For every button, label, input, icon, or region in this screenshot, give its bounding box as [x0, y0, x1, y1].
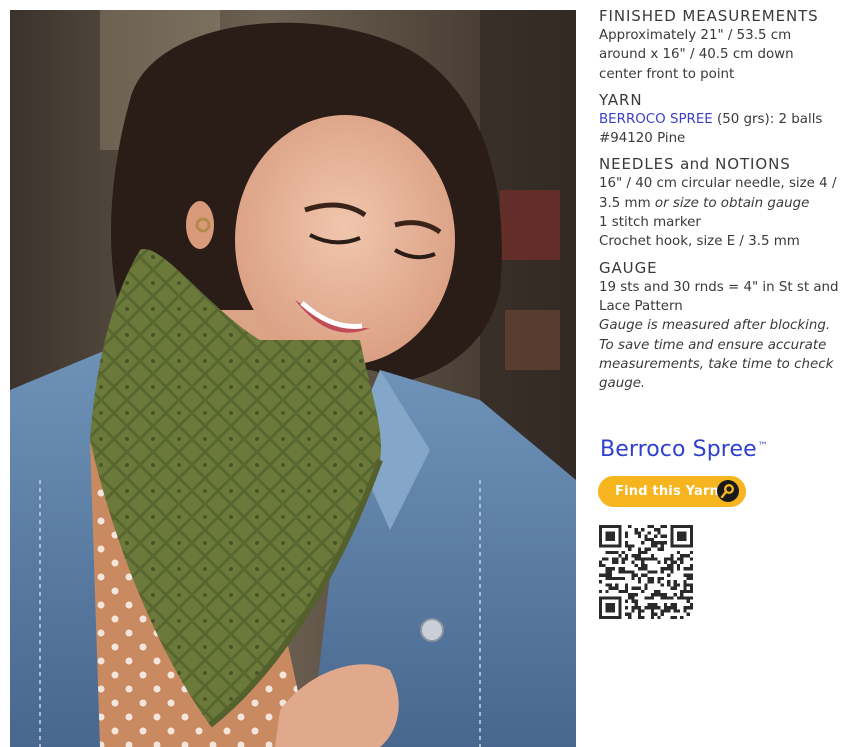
- spec-line: center front to point: [599, 66, 735, 82]
- spec-line: #94120 Pine: [599, 131, 686, 147]
- spec-line: 3.5 mm or size to obtain gauge: [599, 194, 839, 213]
- heading-part: NEEDLES: [599, 155, 681, 174]
- gauge-note: or size to obtain gauge: [654, 195, 810, 211]
- needles-notions-heading: NEEDLES and NOTIONS: [599, 154, 839, 174]
- yarn-line: BERROCO SPREE (50 grs): 2 balls: [599, 110, 839, 129]
- finished-measurements-section: FINISHED MEASUREMENTS Approximately 21" …: [599, 6, 839, 84]
- finished-measurements-heading: FINISHED MEASUREMENTS: [599, 7, 819, 25]
- gauge-section: GAUGE 19 sts and 30 rnds = 4" in St st a…: [599, 258, 839, 394]
- spec-line: 19 sts and 30 rnds = 4" in St st and: [599, 279, 839, 295]
- yarn-quantity: (50 grs): 2 balls: [712, 111, 823, 127]
- gauge-italic-line: gauge.: [599, 376, 646, 392]
- spec-line: around x 16" / 40.5 cm down: [599, 47, 794, 63]
- heading-and: and: [680, 155, 710, 174]
- find-this-yarn-button[interactable]: Find this Yarn: [598, 476, 746, 507]
- qr-code[interactable]: [599, 525, 693, 619]
- heading-part: NOTIONS: [709, 155, 791, 174]
- trademark-symbol: ™: [757, 441, 768, 452]
- spec-line: 16" / 40 cm circular needle, size 4 /: [599, 176, 837, 192]
- spec-line: Lace Pattern: [599, 298, 683, 314]
- spec-line: Crochet hook, size E / 3.5 mm: [599, 234, 800, 250]
- gauge-italic-line: To save time and ensure accurate: [599, 337, 827, 353]
- magnifier-icon: [717, 480, 739, 502]
- needle-size: 3.5 mm: [599, 195, 655, 211]
- gauge-heading: GAUGE: [599, 258, 658, 277]
- gauge-italic-line: Gauge is measured after blocking.: [599, 318, 831, 334]
- pattern-specs: FINISHED MEASUREMENTS Approximately 21" …: [599, 6, 839, 399]
- yarn-section: YARN BERROCO SPREE (50 grs): 2 balls #94…: [599, 90, 839, 149]
- needles-notions-section: NEEDLES and NOTIONS 16" / 40 cm circular…: [599, 154, 839, 251]
- yarn-link[interactable]: BERROCO SPREE: [599, 112, 713, 127]
- brand-title[interactable]: Berroco Spree™: [600, 437, 768, 462]
- gauge-italic-line: measurements, take time to check: [599, 356, 834, 372]
- spec-line: 1 stitch marker: [599, 215, 701, 231]
- pattern-photo: [10, 10, 576, 747]
- find-this-yarn-label: Find this Yarn: [615, 484, 720, 499]
- yarn-heading: YARN: [599, 90, 643, 109]
- spec-line: Approximately 21" / 53.5 cm: [599, 28, 792, 43]
- brand-name: Berroco Spree: [600, 437, 757, 462]
